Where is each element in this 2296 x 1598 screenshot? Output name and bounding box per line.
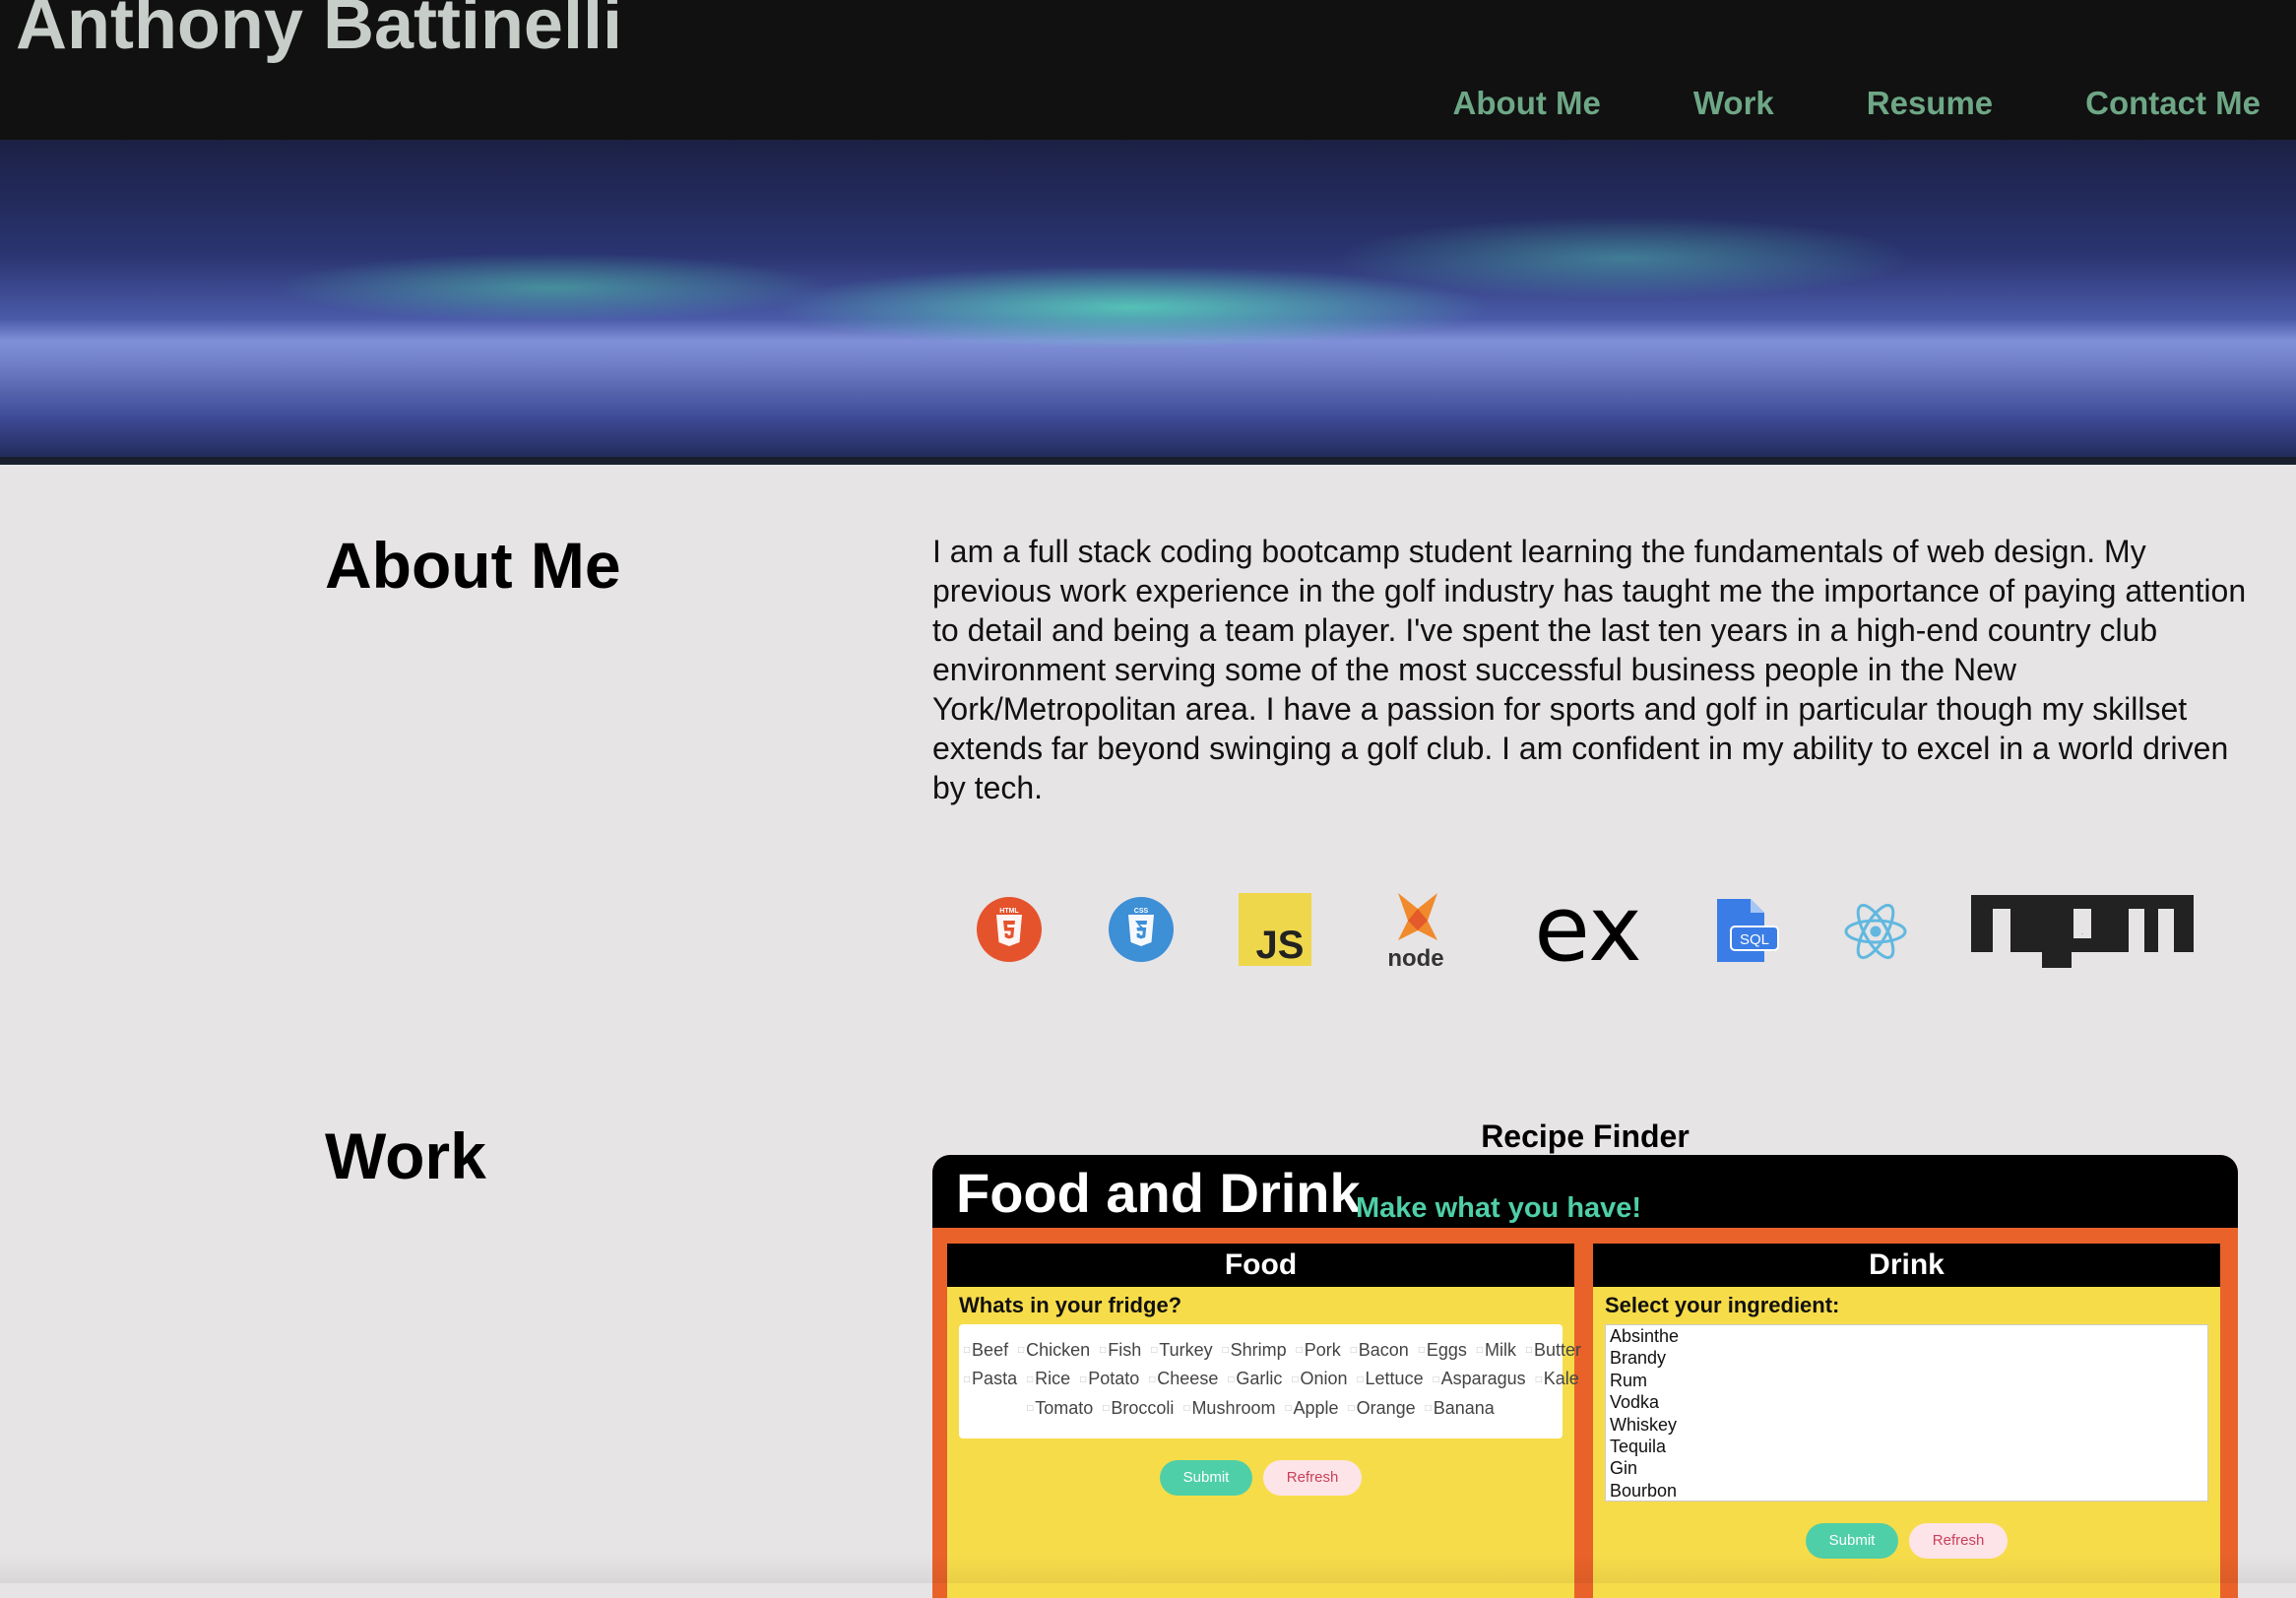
food-option[interactable]: Eggs bbox=[1419, 1340, 1467, 1360]
food-option[interactable]: Turkey bbox=[1151, 1340, 1212, 1360]
javascript-icon: JS bbox=[1239, 893, 1311, 966]
fridge-checklist: Beef Chicken Fish Turkey Shrimp Pork Bacon Eggs… bbox=[959, 1324, 1581, 1438]
food-option[interactable]: Milk bbox=[1477, 1340, 1516, 1360]
javascript-icon-label: JS bbox=[1256, 924, 1305, 966]
drink-option[interactable]: Whiskey bbox=[1610, 1414, 2203, 1436]
food-option[interactable]: Kale bbox=[1536, 1369, 1579, 1388]
project-screenshot-recipe-finder[interactable]: Food and Drink Make what you have! Food … bbox=[932, 1155, 2238, 1598]
drink-option[interactable]: Tequila bbox=[1610, 1436, 2203, 1457]
nodejs-icon-label: node bbox=[1387, 945, 1443, 970]
html5-icon-label: HTML bbox=[999, 908, 1019, 915]
express-icon-label: ex bbox=[1534, 891, 1641, 970]
about-heading: About Me bbox=[325, 529, 621, 602]
nav-work[interactable]: Work bbox=[1693, 85, 1774, 122]
nodejs-icon: node bbox=[1387, 893, 1444, 970]
food-option[interactable]: Lettuce bbox=[1357, 1369, 1423, 1388]
food-option[interactable]: Broccoli bbox=[1103, 1398, 1174, 1418]
express-icon: ex bbox=[1534, 891, 1641, 970]
food-panel: Food Whats in your fridge? Beef Chicken Fi… bbox=[947, 1244, 1581, 1598]
app-title: Food and Drink bbox=[956, 1162, 1361, 1224]
food-option[interactable]: Asparagus bbox=[1434, 1369, 1526, 1388]
app-tagline: Make what you have! bbox=[1356, 1192, 1642, 1224]
food-buttons: Submit Refresh bbox=[947, 1460, 1574, 1496]
skill-icons: HTML CSS JS node ex SQL npm bbox=[975, 891, 2196, 970]
drink-option[interactable]: Brandy bbox=[1610, 1347, 2203, 1369]
bottom-fade bbox=[0, 1554, 2296, 1583]
site-header: Anthony Battinelli About Me Work Resume … bbox=[0, 0, 2296, 140]
food-option[interactable]: Butter bbox=[1526, 1340, 1581, 1360]
main-nav: About Me Work Resume Contact Me bbox=[1361, 85, 2261, 122]
food-option[interactable]: Cheese bbox=[1149, 1369, 1218, 1388]
food-option[interactable]: Beef bbox=[964, 1340, 1008, 1360]
food-option[interactable]: Bacon bbox=[1351, 1340, 1409, 1360]
food-option[interactable]: Tomato bbox=[1027, 1398, 1093, 1418]
sql-icon: SQL bbox=[1717, 899, 1779, 962]
food-option[interactable]: Apple bbox=[1285, 1398, 1338, 1418]
food-refresh-button[interactable]: Refresh bbox=[1262, 1460, 1363, 1496]
sql-icon-label: SQL bbox=[1740, 931, 1769, 948]
npm-icon: npm bbox=[1971, 895, 2194, 968]
drink-option[interactable]: Absinthe bbox=[1610, 1325, 2203, 1347]
food-option[interactable]: Rice bbox=[1027, 1369, 1070, 1388]
site-title: Anthony Battinelli bbox=[16, 0, 622, 64]
about-text: I am a full stack coding bootcamp studen… bbox=[932, 534, 2247, 805]
nav-about-me[interactable]: About Me bbox=[1453, 85, 1601, 122]
css3-icon: CSS bbox=[1109, 897, 1174, 962]
html5-icon: HTML bbox=[977, 897, 1042, 962]
food-option[interactable]: Potato bbox=[1080, 1369, 1139, 1388]
css3-icon-label: CSS bbox=[1134, 908, 1149, 915]
npm-icon-label: npm bbox=[2081, 933, 2083, 935]
drink-ingredient-select[interactable]: Absinthe Brandy Rum Vodka Whiskey Tequil… bbox=[1605, 1324, 2208, 1502]
food-option[interactable]: Chicken bbox=[1018, 1340, 1090, 1360]
drink-heading: Drink bbox=[1593, 1244, 2220, 1287]
food-option[interactable]: Fish bbox=[1100, 1340, 1141, 1360]
fridge-row: Pasta Rice Potato Cheese Garlic Onion Lettuce A… bbox=[959, 1365, 1579, 1393]
aurora-hero-image bbox=[0, 140, 2296, 465]
nav-contact-me[interactable]: Contact Me bbox=[2085, 85, 2261, 122]
food-option[interactable]: Pork bbox=[1297, 1340, 1341, 1360]
react-icon bbox=[1844, 903, 1907, 960]
food-option[interactable]: Banana bbox=[1426, 1398, 1495, 1418]
fridge-row: Beef Chicken Fish Turkey Shrimp Pork Bacon Eggs… bbox=[959, 1336, 1581, 1365]
food-question: Whats in your fridge? bbox=[959, 1293, 1182, 1317]
food-option[interactable]: Orange bbox=[1349, 1398, 1416, 1418]
drink-option[interactable]: Gin bbox=[1610, 1457, 2203, 1479]
fridge-row: Tomato Broccoli Mushroom Apple Orange Banana bbox=[959, 1394, 1563, 1423]
food-option[interactable]: Garlic bbox=[1228, 1369, 1282, 1388]
drink-option[interactable]: Vodka bbox=[1610, 1391, 2203, 1413]
drink-option[interactable]: Bourbon bbox=[1610, 1480, 2203, 1501]
project-title: Recipe Finder bbox=[1481, 1119, 1690, 1154]
drink-panel: Drink Select your ingredient: Absinthe B… bbox=[1593, 1244, 2220, 1598]
food-option[interactable]: Shrimp bbox=[1223, 1340, 1287, 1360]
food-option[interactable]: Mushroom bbox=[1183, 1398, 1275, 1418]
drink-question: Select your ingredient: bbox=[1605, 1293, 1840, 1317]
food-option[interactable]: Onion bbox=[1292, 1369, 1347, 1388]
food-submit-button[interactable]: Submit bbox=[1159, 1460, 1253, 1496]
food-heading: Food bbox=[947, 1244, 1574, 1287]
drink-option[interactable]: Rum bbox=[1610, 1370, 2203, 1391]
nav-resume[interactable]: Resume bbox=[1867, 85, 1993, 122]
food-option[interactable]: Pasta bbox=[964, 1369, 1017, 1388]
app-header: Food and Drink Make what you have! bbox=[932, 1155, 2238, 1228]
